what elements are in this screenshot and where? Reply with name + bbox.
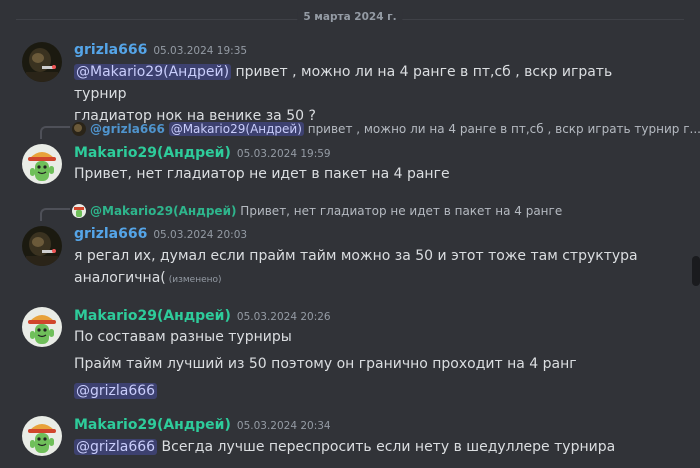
message: Makario29(Андрей) 05.03.2024 20:34 @grizl…	[0, 0, 686, 468]
timestamp: 05.03.2024 20:34	[236, 420, 331, 432]
message-text: Всегда лучше переспросить если нету в ше…	[157, 439, 616, 455]
message-content: @grizla666 Всегда лучше переспросить есл…	[74, 436, 664, 458]
author-name[interactable]: Makario29(Андрей)	[74, 417, 231, 433]
message-header: Makario29(Андрей) 05.03.2024 20:34	[74, 417, 331, 433]
avatar[interactable]	[22, 416, 62, 456]
cactus-avatar-icon	[22, 416, 62, 456]
user-mention[interactable]: @grizla666	[74, 439, 158, 455]
scrollbar-thumb[interactable]	[692, 256, 700, 286]
